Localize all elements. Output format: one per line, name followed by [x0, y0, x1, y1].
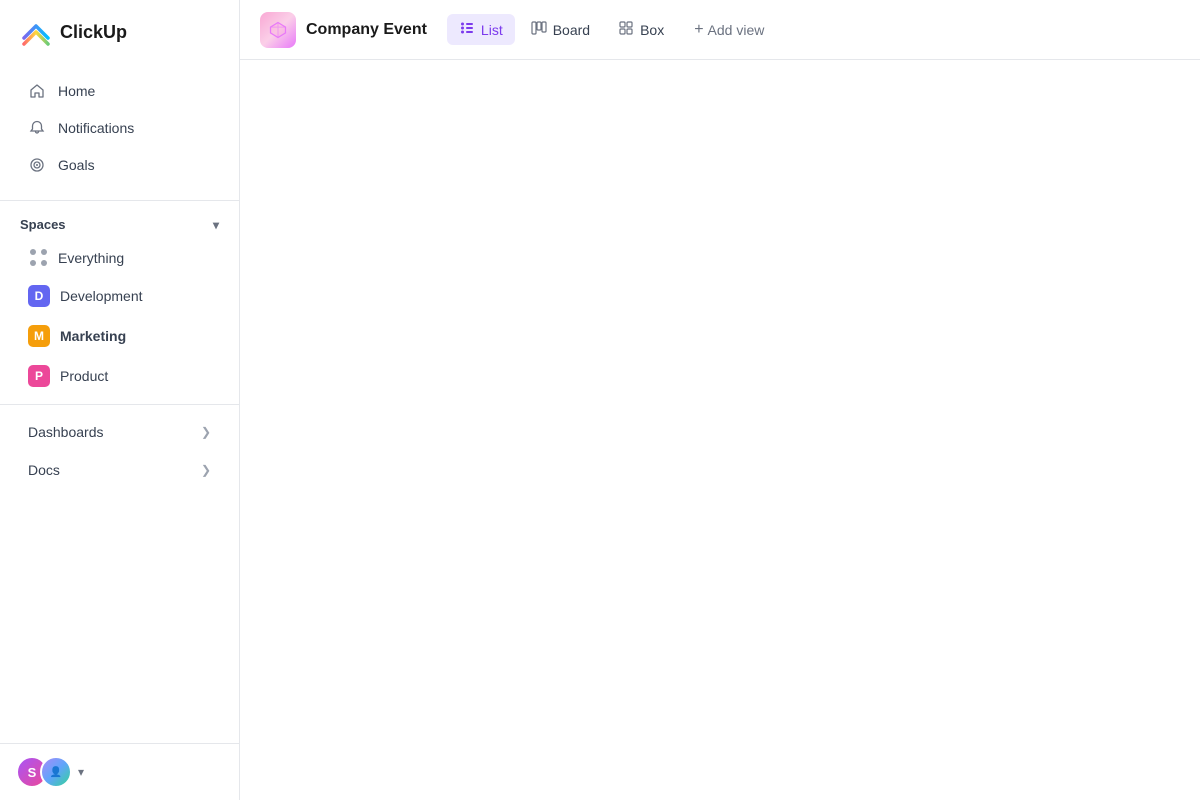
- sidebar-item-dashboards-label: Dashboards: [28, 424, 104, 440]
- main-content: Company Event List Board: [240, 0, 1200, 800]
- avatar-caret-icon[interactable]: ▾: [78, 765, 84, 779]
- add-icon: +: [694, 21, 703, 39]
- workspace-icon: [260, 12, 296, 48]
- list-tab-icon: [459, 20, 475, 39]
- home-icon: [28, 82, 46, 100]
- sidebar-item-home[interactable]: Home: [8, 73, 231, 109]
- sidebar-item-product[interactable]: P Product: [8, 357, 231, 395]
- tab-box-label: Box: [640, 22, 664, 38]
- chevron-down-icon: ▾: [213, 218, 219, 232]
- sidebar-item-docs[interactable]: Docs ❯: [8, 452, 231, 488]
- box-tab-icon: [618, 20, 634, 39]
- product-avatar: P: [28, 365, 50, 387]
- cube-icon: [268, 20, 288, 40]
- tab-list[interactable]: List: [447, 14, 515, 45]
- view-tabs: List Board Box + Add view: [447, 14, 774, 45]
- sidebar-item-development[interactable]: D Development: [8, 277, 231, 315]
- marketing-avatar: M: [28, 325, 50, 347]
- tab-box[interactable]: Box: [606, 14, 676, 45]
- spaces-header[interactable]: Spaces ▾: [0, 209, 239, 240]
- bell-icon: [28, 119, 46, 137]
- user-avatar-photo: 👤: [40, 756, 72, 788]
- tab-board-label: Board: [553, 22, 590, 38]
- board-tab-icon: [531, 20, 547, 39]
- sidebar-item-product-label: Product: [60, 368, 108, 384]
- add-view-label: Add view: [708, 22, 765, 38]
- add-view-button[interactable]: + Add view: [684, 15, 774, 45]
- sidebar-item-marketing[interactable]: M Marketing: [8, 317, 231, 355]
- sidebar-item-notifications-label: Notifications: [58, 120, 134, 136]
- topbar: Company Event List Board: [240, 0, 1200, 60]
- goal-icon: [28, 156, 46, 174]
- everything-dots-icon: [30, 249, 48, 267]
- sidebar-footer[interactable]: S 👤 ▾: [0, 743, 239, 800]
- sidebar-item-goals-label: Goals: [58, 157, 95, 173]
- chevron-right-icon: ❯: [201, 425, 211, 439]
- sidebar: ClickUp Home Notifications Goals Spaces …: [0, 0, 240, 800]
- sidebar-item-dashboards[interactable]: Dashboards ❯: [8, 414, 231, 450]
- sidebar-divider-2: [0, 404, 239, 405]
- clickup-logo-icon: [20, 16, 52, 48]
- sidebar-nav: Home Notifications Goals: [0, 64, 239, 192]
- workspace-title: Company Event: [306, 21, 427, 39]
- chevron-right-icon-docs: ❯: [201, 463, 211, 477]
- sidebar-item-home-label: Home: [58, 83, 95, 99]
- logo-text: ClickUp: [60, 22, 127, 43]
- sidebar-item-marketing-label: Marketing: [60, 328, 126, 344]
- content-area: [240, 60, 1200, 800]
- sidebar-item-docs-label: Docs: [28, 462, 60, 478]
- logo[interactable]: ClickUp: [0, 0, 239, 64]
- sidebar-item-goals[interactable]: Goals: [8, 147, 231, 183]
- tab-list-label: List: [481, 22, 503, 38]
- sidebar-item-development-label: Development: [60, 288, 143, 304]
- sidebar-item-everything-label: Everything: [58, 250, 124, 266]
- sidebar-divider: [0, 200, 239, 201]
- development-avatar: D: [28, 285, 50, 307]
- tab-board[interactable]: Board: [519, 14, 602, 45]
- spaces-label: Spaces: [20, 217, 66, 232]
- sidebar-item-everything[interactable]: Everything: [8, 241, 231, 275]
- avatar-stack: S 👤: [16, 756, 72, 788]
- sidebar-item-notifications[interactable]: Notifications: [8, 110, 231, 146]
